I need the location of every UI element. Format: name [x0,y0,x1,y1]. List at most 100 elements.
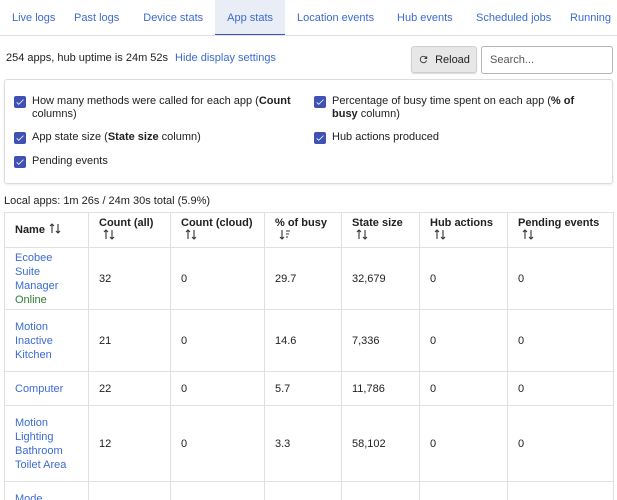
tab-device-stats[interactable]: Device stats [131,0,215,35]
app-link[interactable]: Mode Boolean [15,492,78,500]
state-size-cell: 11,786 [341,371,420,406]
checkbox-hub-actions[interactable] [314,132,326,144]
count-all-cell: 32 [88,247,171,310]
app-name-cell: Computer [4,371,89,406]
table-row: Motion Inactive Kitchen 21 0 14.6 7,336 … [4,309,614,372]
checkbox-busy[interactable] [314,96,326,108]
app-name-cell: Mode Boolean [4,481,89,500]
count-cloud-cell: 0 [170,247,265,310]
busy-cell: 3.3 [264,405,342,482]
column-header-busy[interactable]: % of busy [264,212,342,248]
hub-actions-cell: 0 [419,371,508,406]
checkbox-state-size[interactable] [14,132,26,144]
tab-hub-events[interactable]: Hub events [385,0,464,35]
tab-bar: Live logs Past logs Device stats App sta… [0,0,617,36]
app-link[interactable]: Motion Lighting Bathroom Toilet Area [15,416,78,472]
table-row: Ecobee Suite Manager Online 32 0 29.7 32,… [4,247,614,310]
checkmark-icon [316,99,324,105]
summary-line: 254 apps, hub uptime is 24m 52s Hide disp… [6,52,276,64]
busy-cell: 14.6 [264,309,342,372]
pending-events-cell: 0 [507,405,614,482]
state-size-cell: 58,102 [341,405,420,482]
reload-label: Reload [435,53,470,66]
checkmark-icon [16,159,24,165]
column-header-state-size[interactable]: State size [341,212,420,248]
checkmark-icon [316,135,324,141]
app-link[interactable]: Ecobee Suite Manager [15,251,78,293]
hub-actions-cell: 0 [419,405,508,482]
tab-location-events[interactable]: Location events [285,0,385,35]
pending-events-cell: 0 [507,309,614,372]
setting-busy[interactable]: Percentage of busy time spent on each ap… [314,95,594,121]
count-cloud-cell [170,481,265,500]
setting-pending-events-label: Pending events [32,155,108,167]
setting-state-size-label: App state size (State size column) [32,131,201,143]
pending-events-cell [507,481,614,500]
app-link[interactable]: Computer [15,382,78,396]
pending-events-cell: 0 [507,371,614,406]
column-header-pending-events[interactable]: Pending events [507,212,614,248]
hub-actions-cell: 0 [419,247,508,310]
count-all-cell [88,481,171,500]
state-size-cell: 7,336 [341,309,420,372]
state-size-cell [341,481,420,500]
reload-button[interactable]: Reload [411,46,477,73]
column-header-hub-actions[interactable]: Hub actions [419,212,508,248]
checkbox-pending-events[interactable] [14,156,26,168]
tab-live-logs[interactable]: Live logs [0,0,62,35]
count-all-cell: 21 [88,309,171,372]
sort-icon[interactable] [185,229,197,243]
local-apps-summary: Local apps: 1m 26s / 24m 30s total (5.9%… [4,195,211,207]
hide-display-settings-link[interactable]: Hide display settings [175,52,276,64]
checkbox-count[interactable] [14,96,26,108]
table-row: Mode Boolean [4,481,614,500]
column-header-count-cloud[interactable]: Count (cloud) [170,212,265,248]
app-name-cell: Ecobee Suite Manager Online [4,247,89,310]
setting-count[interactable]: How many methods were called for each ap… [14,95,294,121]
summary-text: 254 apps, hub uptime is 24m 52s [6,52,169,64]
checkmark-icon [16,135,24,141]
sort-icon[interactable] [434,229,446,243]
setting-pending-events[interactable]: Pending events [14,155,294,168]
setting-count-label: How many methods were called for each ap… [32,95,291,120]
tab-past-logs[interactable]: Past logs [62,0,131,35]
app-name-cell: Motion Inactive Kitchen [4,309,89,372]
app-status: Online [15,293,47,306]
setting-hub-actions[interactable]: Hub actions produced [314,131,594,144]
count-cloud-cell: 0 [170,309,265,372]
app-link[interactable]: Motion Inactive Kitchen [15,320,78,362]
count-cloud-cell: 0 [170,371,265,406]
count-cloud-cell: 0 [170,405,265,482]
display-settings-panel: How many methods were called for each ap… [4,79,613,184]
pending-events-cell: 0 [507,247,614,310]
app-stats-table: Name Count (all) Count (cloud) % of busy… [4,212,614,500]
sort-icon[interactable] [103,229,115,243]
table-row: Motion Lighting Bathroom Toilet Area 12 … [4,405,614,482]
busy-cell: 5.7 [264,371,342,406]
tab-scheduled-jobs[interactable]: Scheduled jobs [464,0,558,35]
tab-running[interactable]: Running [558,0,617,35]
hub-actions-cell: 0 [419,309,508,372]
setting-state-size[interactable]: App state size (State size column) [14,131,294,144]
busy-cell: 29.7 [264,247,342,310]
busy-cell [264,481,342,500]
column-header-name[interactable]: Name [4,212,89,248]
refresh-icon [419,55,428,64]
hub-actions-cell [419,481,508,500]
sort-descending-icon[interactable] [279,229,291,243]
setting-hub-actions-label: Hub actions produced [332,131,440,143]
count-all-cell: 22 [88,371,171,406]
app-name-cell: Motion Lighting Bathroom Toilet Area [4,405,89,482]
table-header-row: Name Count (all) Count (cloud) % of busy… [4,212,614,248]
state-size-cell: 32,679 [341,247,420,310]
setting-busy-label: Percentage of busy time spent on each ap… [332,95,575,120]
count-all-cell: 12 [88,405,171,482]
sort-icon[interactable] [49,223,61,237]
checkmark-icon [16,99,24,105]
column-header-count-all[interactable]: Count (all) [88,212,171,248]
sort-icon[interactable] [356,229,368,243]
sort-icon[interactable] [522,229,534,243]
search-input[interactable] [481,46,613,74]
tab-app-stats[interactable]: App stats [215,0,286,35]
table-row: Computer 22 0 5.7 11,786 0 0 [4,371,614,406]
